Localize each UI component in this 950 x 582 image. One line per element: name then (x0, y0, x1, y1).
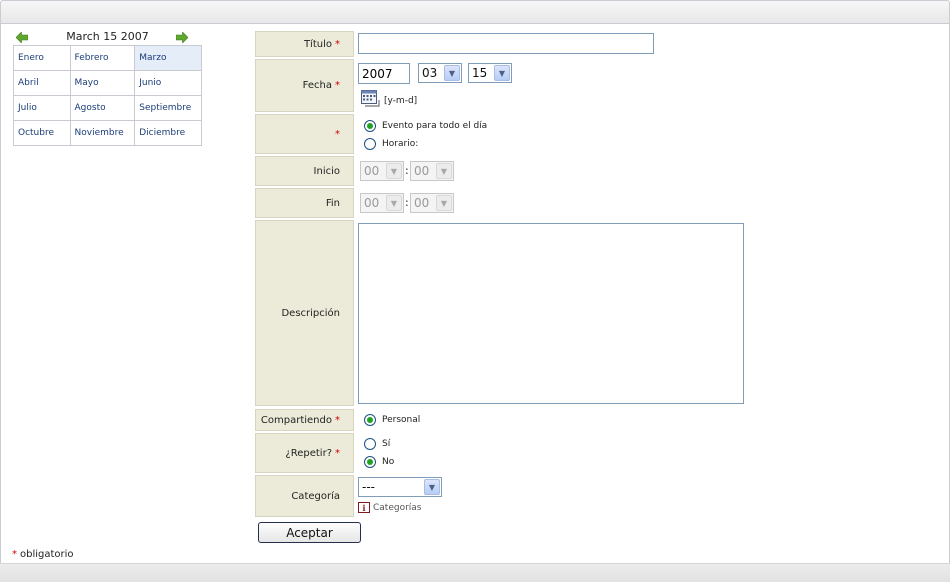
fin-minute-value: 00 (414, 196, 430, 210)
time-separator: : (405, 196, 409, 209)
chevron-down-icon: ▼ (494, 65, 510, 81)
fecha-day-select[interactable]: 15 ▼ (468, 63, 512, 83)
fecha-day-value: 15 (472, 66, 488, 80)
chevron-down-icon: ▼ (436, 195, 452, 211)
radio-selected[interactable] (364, 414, 376, 426)
inicio-minute-value: 00 (414, 164, 430, 178)
fecha-label: Fecha * (255, 59, 354, 112)
fin-hour-select[interactable]: 00 ▼ (360, 193, 404, 213)
required-mark: * (335, 447, 340, 459)
repetir-si-option[interactable]: Sí (364, 438, 390, 450)
required-footnote: * obligatorio (12, 549, 74, 560)
chevron-down-icon: ▼ (444, 65, 460, 81)
titulo-label: Título * (255, 31, 354, 57)
required-note-text: obligatorio (20, 549, 74, 560)
required-mark: * (335, 414, 340, 426)
chevron-down-icon: ▼ (424, 479, 440, 495)
radio-selected[interactable] (364, 120, 376, 132)
fecha-month-select[interactable]: 03 ▼ (418, 63, 462, 83)
repetir-label: ¿Repetir? * (255, 433, 354, 473)
descripcion-textarea[interactable] (358, 223, 744, 404)
allday-option-label: Evento para todo el día (382, 121, 488, 131)
month-row: Octubre Noviembre Diciembre (13, 120, 202, 146)
month-cell-selected[interactable]: Marzo (134, 45, 202, 71)
month-cell[interactable]: Julio (13, 95, 71, 121)
inicio-hour-select[interactable]: 00 ▼ (360, 161, 404, 181)
fecha-month-value: 03 (422, 66, 438, 80)
month-cell[interactable]: Diciembre (134, 120, 202, 146)
categorias-link-row[interactable]: i Categorías (358, 502, 422, 513)
required-mark: * (12, 549, 17, 560)
repetir-si-label: Sí (382, 439, 391, 449)
required-mark: * (335, 38, 340, 50)
date-format-hint: [y-m-d] (384, 96, 418, 106)
fin-label: Fin (255, 188, 354, 218)
inicio-label-text: Inicio (313, 165, 340, 177)
inicio-hour-value: 00 (364, 164, 380, 178)
categoria-label: Categoría (255, 475, 354, 517)
repetir-no-option[interactable]: No (364, 456, 394, 468)
month-cell[interactable]: Noviembre (69, 120, 136, 146)
categorias-link[interactable]: Categorías (373, 503, 422, 513)
month-row: Enero Febrero Marzo (13, 45, 202, 71)
categoria-select[interactable]: --- ▼ (358, 477, 442, 497)
personal-option-label: Personal (382, 415, 421, 425)
month-calendar: March 15 2007 Enero Febrero Marzo Abril … (13, 30, 202, 146)
horario-option[interactable]: Horario: (364, 138, 418, 150)
month-cell[interactable]: Enero (13, 45, 71, 71)
arrow-right-icon[interactable] (176, 32, 188, 43)
time-separator: : (405, 164, 409, 177)
repetir-no-label: No (382, 457, 395, 467)
month-cell[interactable]: Agosto (69, 95, 136, 121)
month-row: Julio Agosto Septiembre (13, 95, 202, 121)
month-cell[interactable]: Junio (134, 70, 202, 96)
repetir-label-text: ¿Repetir? (285, 447, 332, 459)
personal-option[interactable]: Personal (364, 414, 420, 426)
window-top-bar (0, 0, 950, 24)
window-bottom-bar (0, 563, 950, 582)
chevron-down-icon: ▼ (386, 195, 402, 211)
fin-minute-select[interactable]: 00 ▼ (410, 193, 454, 213)
titulo-input[interactable] (358, 33, 654, 54)
info-icon: i (358, 502, 370, 513)
radio-unselected[interactable] (364, 138, 376, 150)
chevron-down-icon: ▼ (436, 163, 452, 179)
inicio-minute-select[interactable]: 00 ▼ (410, 161, 454, 181)
fecha-year-input[interactable] (358, 63, 410, 84)
month-cell[interactable]: Abril (13, 70, 71, 96)
required-mark: * (335, 80, 340, 91)
month-grid: Enero Febrero Marzo Abril Mayo Junio Jul… (13, 45, 202, 146)
aceptar-button[interactable]: Aceptar (258, 522, 361, 543)
month-row: Abril Mayo Junio (13, 70, 202, 96)
fecha-label-text: Fecha (302, 80, 332, 91)
calendar-nav: March 15 2007 (13, 30, 202, 45)
chevron-down-icon: ▼ (386, 163, 402, 179)
month-cell[interactable]: Mayo (69, 70, 136, 96)
time-mode-label: * (255, 114, 354, 154)
titulo-label-text: Título (303, 38, 332, 50)
categoria-label-text: Categoría (291, 490, 340, 502)
descripcion-label-text: Descripción (281, 307, 340, 319)
month-cell[interactable]: Febrero (69, 45, 136, 71)
descripcion-label: Descripción (255, 220, 354, 406)
calendar-icon[interactable] (360, 88, 381, 108)
inicio-label: Inicio (255, 156, 354, 186)
month-cell[interactable]: Octubre (13, 120, 71, 146)
horario-option-label: Horario: (382, 139, 419, 149)
radio-selected[interactable] (364, 456, 376, 468)
compartiendo-label-text: Compartiendo (260, 414, 332, 426)
calendar-title: March 15 2007 (66, 30, 149, 43)
required-mark: * (335, 128, 340, 140)
compartiendo-label: Compartiendo * (255, 409, 354, 431)
allday-option[interactable]: Evento para todo el día (364, 120, 487, 132)
fin-label-text: Fin (325, 197, 340, 209)
window-left-border (0, 24, 1, 564)
categoria-value: --- (362, 480, 375, 494)
fin-hour-value: 00 (364, 196, 380, 210)
month-cell[interactable]: Septiembre (134, 95, 202, 121)
radio-unselected[interactable] (364, 438, 376, 450)
